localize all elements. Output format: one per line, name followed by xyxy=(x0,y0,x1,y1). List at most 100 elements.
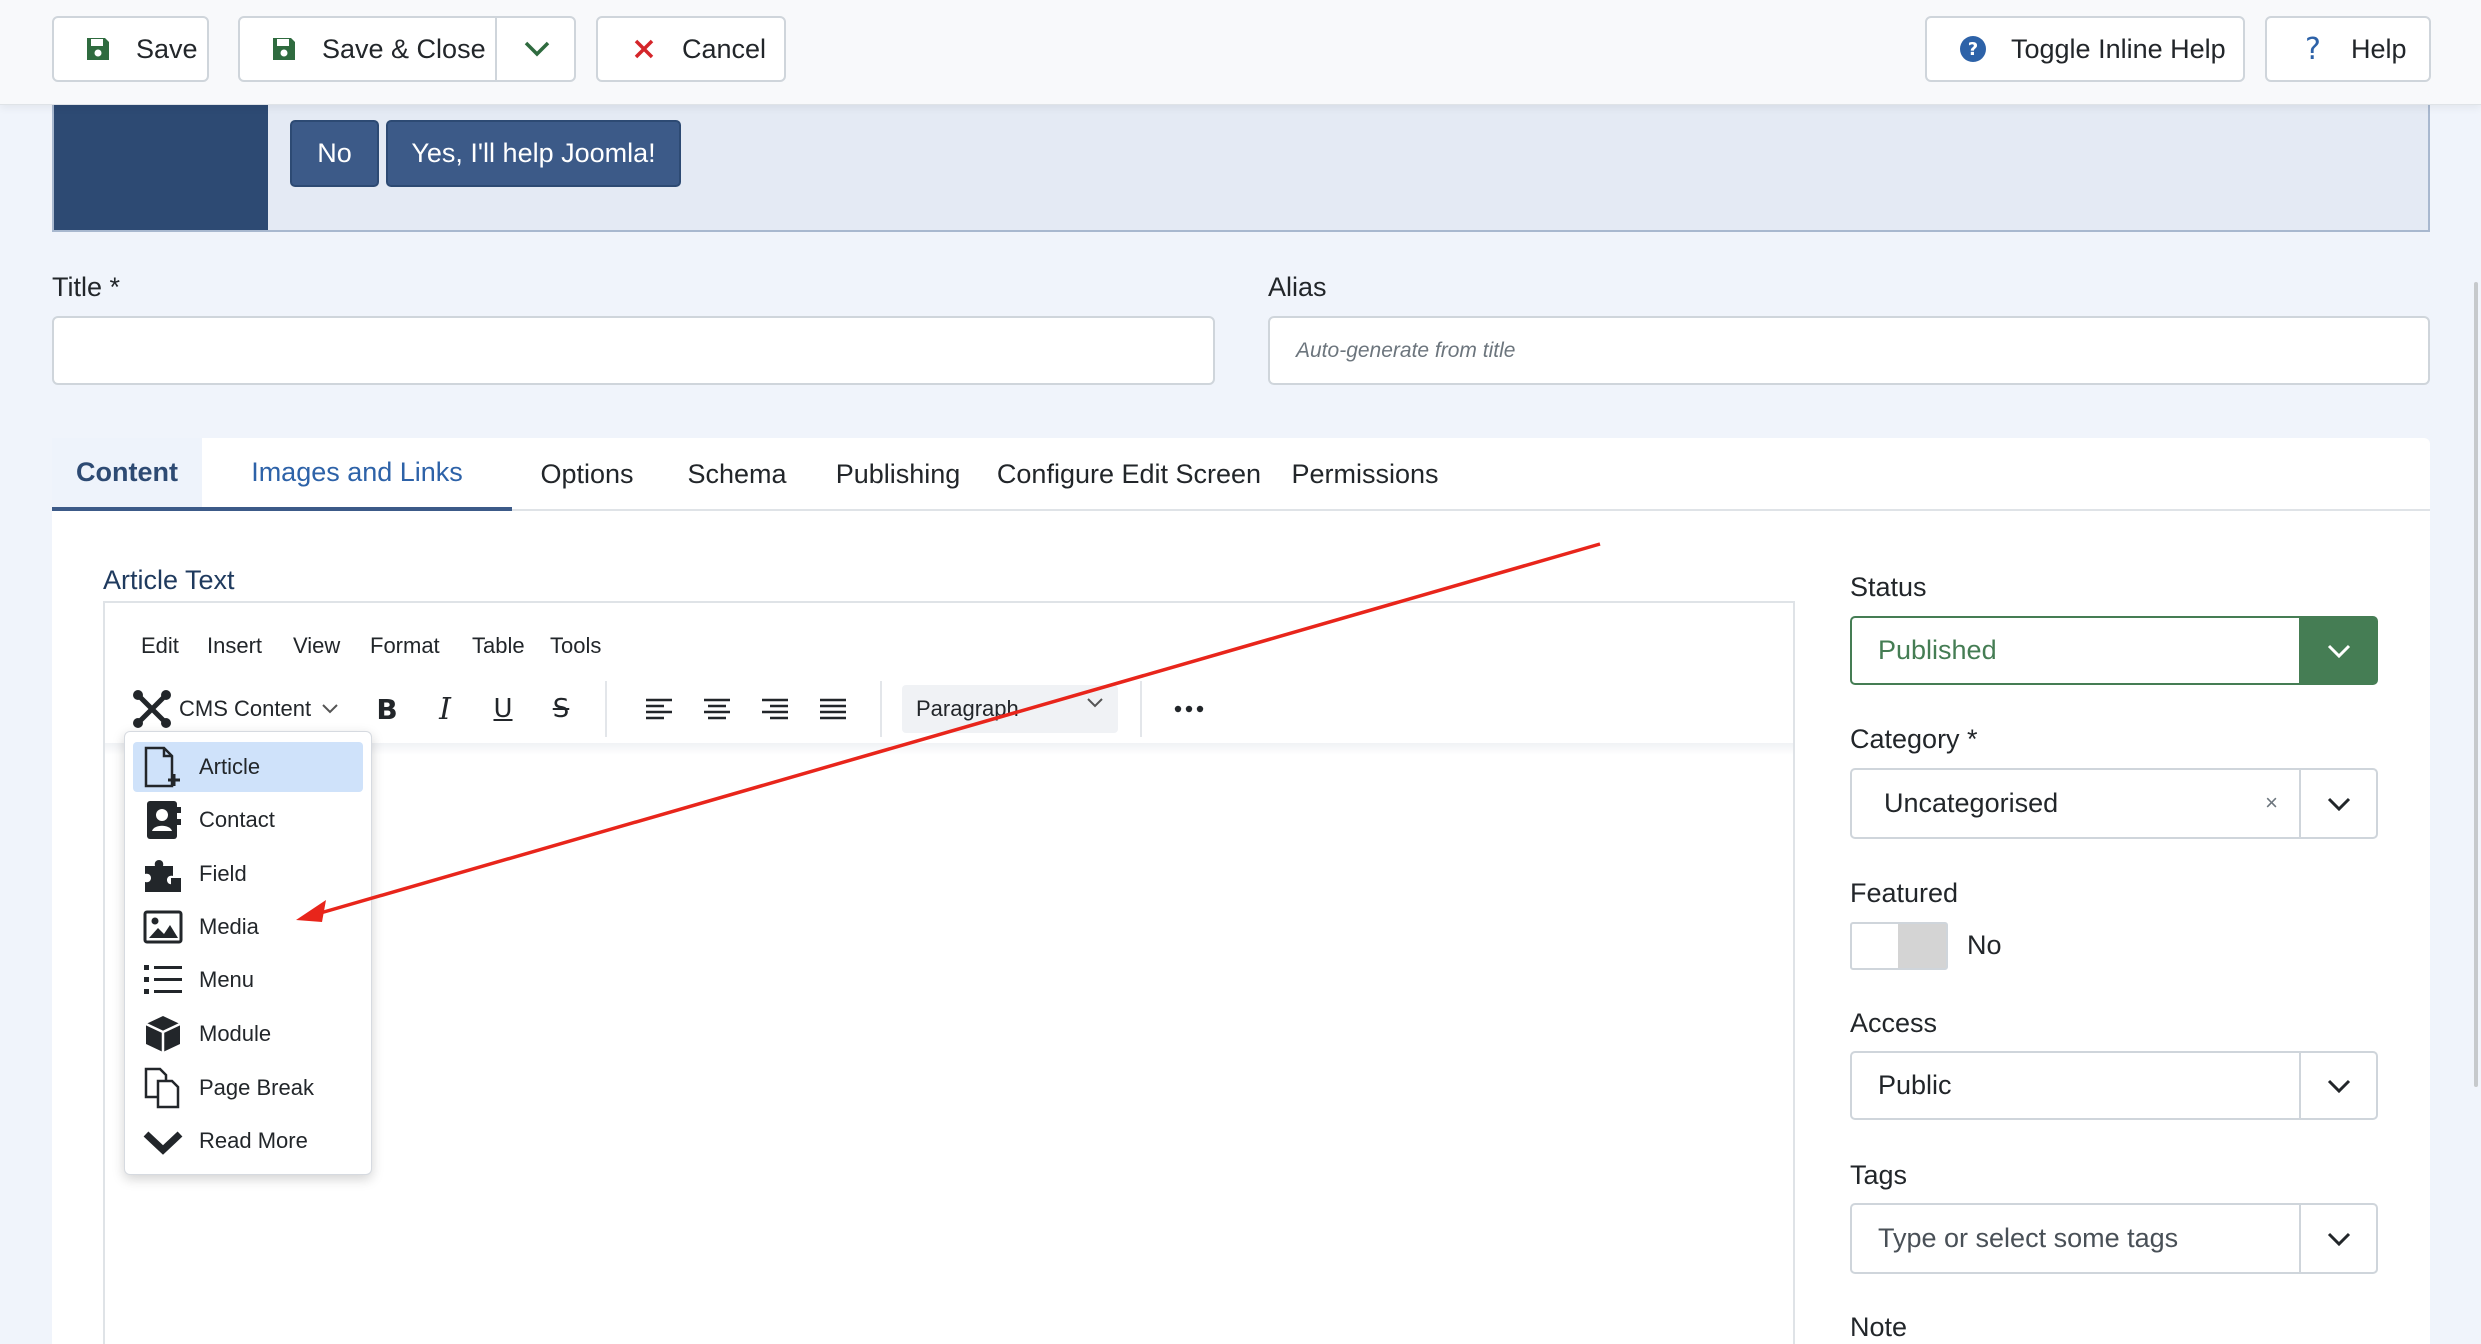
strikethrough-button[interactable]: S xyxy=(537,685,585,733)
tab-publishing[interactable]: Publishing xyxy=(818,438,978,511)
banner-yes-button[interactable]: Yes, I'll help Joomla! xyxy=(386,120,681,187)
menu-item-page-break[interactable]: Page Break xyxy=(133,1063,363,1113)
menu-item-label: Read More xyxy=(199,1128,308,1153)
menu-item-module[interactable]: Module xyxy=(133,1009,363,1059)
alias-input[interactable]: Auto-generate from title xyxy=(1268,316,2430,385)
tags-dropdown-arrow[interactable] xyxy=(2299,1205,2376,1272)
menu-format[interactable]: Format xyxy=(370,633,440,659)
featured-value: No xyxy=(1967,930,2002,960)
question-circle-icon: ? xyxy=(1957,33,1989,65)
status-label: Status xyxy=(1850,572,1927,602)
cms-content-menu: Article Contact Field Media Menu Module xyxy=(124,731,372,1175)
toggle-knob xyxy=(1898,924,1946,968)
toolbar-separator xyxy=(1140,681,1142,737)
svg-text:?: ? xyxy=(2305,34,2321,64)
alias-label: Alias xyxy=(1268,272,1327,302)
floppy-disk-icon xyxy=(268,33,300,65)
cms-content-button[interactable]: CMS Content xyxy=(131,683,361,735)
svg-text:?: ? xyxy=(1968,39,1978,60)
more-horizontal-icon xyxy=(1174,705,1204,713)
bold-button[interactable]: B xyxy=(363,685,411,733)
save-options-dropdown-toggle[interactable] xyxy=(497,18,576,80)
more-options-button[interactable] xyxy=(1165,685,1213,733)
tags-label: Tags xyxy=(1850,1160,1908,1190)
justify-button[interactable] xyxy=(809,685,857,733)
banner-no-button[interactable]: No xyxy=(290,120,379,187)
menu-table[interactable]: Table xyxy=(472,633,525,659)
menu-item-label: Contact xyxy=(199,807,275,832)
tab-options[interactable]: Options xyxy=(512,438,662,511)
toggle-inline-help-button[interactable]: ? Toggle Inline Help xyxy=(1925,16,2245,82)
underline-button[interactable]: U xyxy=(479,685,527,733)
tab-configure-edit-screen[interactable]: Configure Edit Screen xyxy=(986,438,1272,511)
banner-side-panel xyxy=(54,105,268,230)
align-right-button[interactable] xyxy=(751,685,799,733)
menu-view[interactable]: View xyxy=(293,633,340,659)
joomla-logo-icon xyxy=(133,690,171,728)
menu-item-label: Article xyxy=(199,754,261,779)
menu-item-read-more[interactable]: Read More xyxy=(133,1116,363,1166)
tab-permissions[interactable]: Permissions xyxy=(1258,438,1472,511)
question-mark-icon: ? xyxy=(2297,33,2329,65)
tab-schema[interactable]: Schema xyxy=(662,438,812,511)
save-close-button[interactable]: Save & Close xyxy=(238,16,576,82)
title-input[interactable] xyxy=(52,316,1215,385)
menu-item-contact[interactable]: Contact xyxy=(133,795,363,845)
page-scrollbar[interactable] xyxy=(2474,282,2478,1087)
status-select[interactable]: Published xyxy=(1850,616,2378,685)
align-left-button[interactable] xyxy=(635,685,683,733)
category-select[interactable]: Uncategorised × xyxy=(1850,768,2378,839)
block-format-select[interactable]: Paragraph xyxy=(902,685,1118,733)
featured-label: Featured xyxy=(1850,878,1959,908)
save-close-label: Save & Close xyxy=(322,33,486,64)
justify-icon xyxy=(820,698,846,720)
article-text-label: Article Text xyxy=(103,565,235,595)
cancel-button[interactable]: Cancel xyxy=(596,16,786,82)
tags-select[interactable]: Type or select some tags xyxy=(1850,1203,2378,1274)
field-icon xyxy=(141,852,185,896)
access-label: Access xyxy=(1850,1008,1938,1038)
note-label: Note xyxy=(1850,1312,1908,1342)
contact-icon xyxy=(141,798,185,842)
menu-item-media[interactable]: Media xyxy=(133,902,363,952)
status-dropdown-arrow[interactable] xyxy=(2299,618,2376,683)
align-center-icon xyxy=(704,698,730,720)
category-clear-button[interactable]: × xyxy=(2265,790,2278,816)
status-value: Published xyxy=(1878,635,1997,665)
close-icon xyxy=(628,33,660,65)
align-center-button[interactable] xyxy=(693,685,741,733)
module-cube-icon xyxy=(141,1012,185,1056)
menu-insert[interactable]: Insert xyxy=(207,633,262,659)
help-button[interactable]: ? Help xyxy=(2265,16,2431,82)
menu-item-field[interactable]: Field xyxy=(133,849,363,899)
align-right-icon xyxy=(762,698,788,720)
menu-item-article[interactable]: Article xyxy=(133,742,363,792)
save-button[interactable]: Save xyxy=(52,16,209,82)
underline-icon: U xyxy=(493,694,513,724)
chevron-down-icon xyxy=(1087,698,1103,708)
article-icon xyxy=(141,745,185,789)
featured-toggle[interactable] xyxy=(1850,922,1948,970)
menu-item-label: Menu xyxy=(199,967,255,992)
italic-icon: I xyxy=(439,691,451,727)
category-value: Uncategorised xyxy=(1884,788,2059,818)
italic-button[interactable]: I xyxy=(421,685,469,733)
tab-images-and-links[interactable]: Images and Links xyxy=(202,438,512,511)
bold-icon: B xyxy=(376,692,398,726)
chevron-down-icon xyxy=(2327,797,2350,811)
chevron-down-icon xyxy=(2327,1232,2350,1246)
category-dropdown-arrow[interactable] xyxy=(2299,770,2376,837)
tags-placeholder: Type or select some tags xyxy=(1878,1223,2179,1253)
access-value: Public xyxy=(1878,1070,1952,1100)
menu-tools[interactable]: Tools xyxy=(550,633,601,659)
toolbar-separator xyxy=(880,681,882,737)
access-select[interactable]: Public xyxy=(1850,1051,2378,1120)
stats-message-banner: No Yes, I'll help Joomla! xyxy=(52,105,2430,232)
access-dropdown-arrow[interactable] xyxy=(2299,1053,2376,1118)
menu-edit[interactable]: Edit xyxy=(141,633,179,659)
menu-item-menu[interactable]: Menu xyxy=(133,955,363,1005)
tab-content[interactable]: Content xyxy=(52,438,202,511)
toolbar-separator xyxy=(605,681,607,737)
title-label: Title * xyxy=(52,272,121,302)
top-toolbar: Save Save & Close Cancel ? Toggle Inline… xyxy=(0,0,2481,105)
